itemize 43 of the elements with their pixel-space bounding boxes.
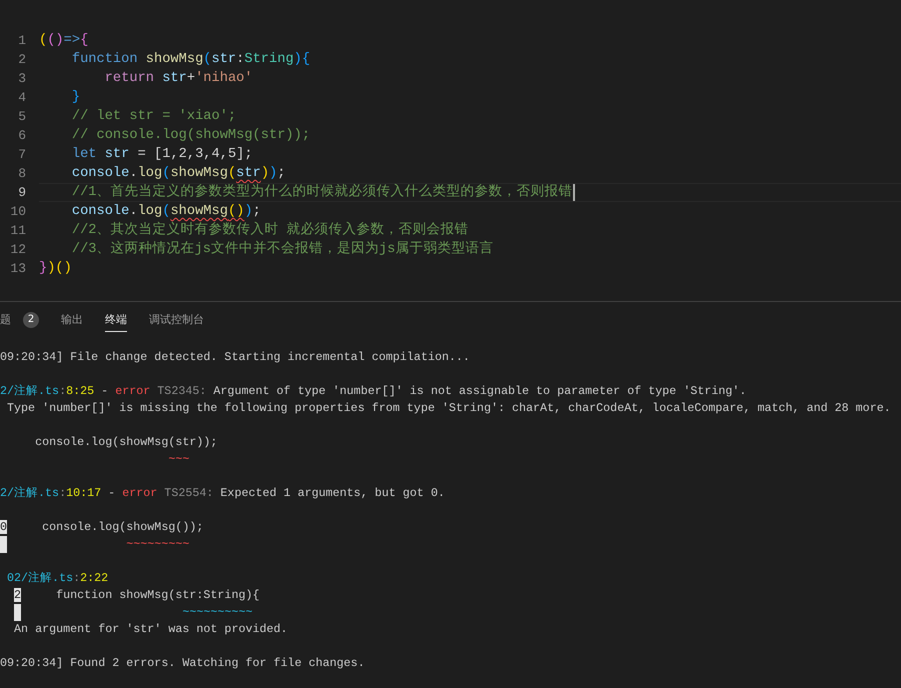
terminal-line: 2 function showMsg(str:String){ [13, 587, 260, 604]
code-line: //3、这两种情况在js文件中并不会报错，是因为js属于弱类型语言 [70, 240, 494, 259]
code-line: //2、其次当定义时有参数传入时 就必须传入参数，否则会报错 [70, 221, 470, 240]
line-number: 11 [9, 223, 26, 238]
line-number: 5 [17, 109, 26, 124]
terminal-line: 09:20:34] Found 2 errors. Watching for file changes. [0, 655, 366, 672]
panel-tab[interactable]: 终端 [105, 308, 127, 332]
code-line: return str+'nihao' [104, 70, 254, 88]
terminal-line: 09:20:34] File change detected. Starting incremental compilation... [0, 349, 471, 366]
line-number: 6 [17, 128, 26, 143]
line-number: 13 [9, 261, 26, 276]
panel-tab[interactable]: 调试控制台 [149, 308, 204, 332]
code-line: let str = [1,2,3,4,5]; [70, 146, 254, 164]
terminal-line: Type 'number[]' is missing the following properties from type 'String': charAt, charCodeAt, localeCompare, match, and 28 more. [6, 400, 892, 417]
code-line: //1、首先当定义的参数类型为什么的时候就必须传入什么类型的参数，否则报错 [39, 183, 901, 202]
terminal-line: console.log(showMsg(str)); [34, 434, 218, 451]
line-number: 12 [9, 242, 26, 257]
line-number: 9 [17, 185, 26, 200]
code-line: console.log(showMsg(str)); [70, 165, 286, 183]
line-number: 1 [17, 33, 26, 48]
code-line: (()=>{ [39, 32, 90, 50]
terminal-line: 2/注解.ts:8:25 - error TS2345: Argument of type 'number[]' is not assignable to parameter of type 'String'. [0, 383, 748, 400]
line-number: 10 [9, 204, 26, 219]
terminal-line: 02/注解.ts:2:22 [6, 570, 110, 587]
panel-tab[interactable]: 题 2 [0, 308, 39, 332]
line-number: 3 [17, 71, 26, 86]
terminal-line: An argument for 'str' was not provided. [13, 621, 289, 638]
terminal-line: ~~~~~~~~~~ [0, 604, 901, 621]
terminal-line: 0 console.log(showMsg()); [0, 519, 204, 536]
code-line: function showMsg(str:String){ [70, 51, 312, 69]
code-line: console.log(showMsg()); [70, 203, 262, 221]
line-number: 2 [17, 52, 26, 67]
code-line: // let str = 'xiao'; [70, 108, 238, 126]
line-number: 4 [17, 90, 26, 105]
terminal-line: 2/注解.ts:10:17 - error TS2554: Expected 1 arguments, but got 0. [0, 485, 446, 502]
code-line: } [70, 89, 82, 107]
terminal-line: ~~~~~~~~~ [0, 536, 901, 553]
line-number: 7 [17, 147, 26, 162]
line-number: 8 [17, 166, 26, 181]
code-line: })() [39, 260, 73, 278]
terminal-line: ~~~ [167, 451, 190, 468]
panel-tab[interactable]: 输出 [61, 308, 83, 332]
code-line: // console.log(showMsg(str)); [70, 127, 312, 145]
